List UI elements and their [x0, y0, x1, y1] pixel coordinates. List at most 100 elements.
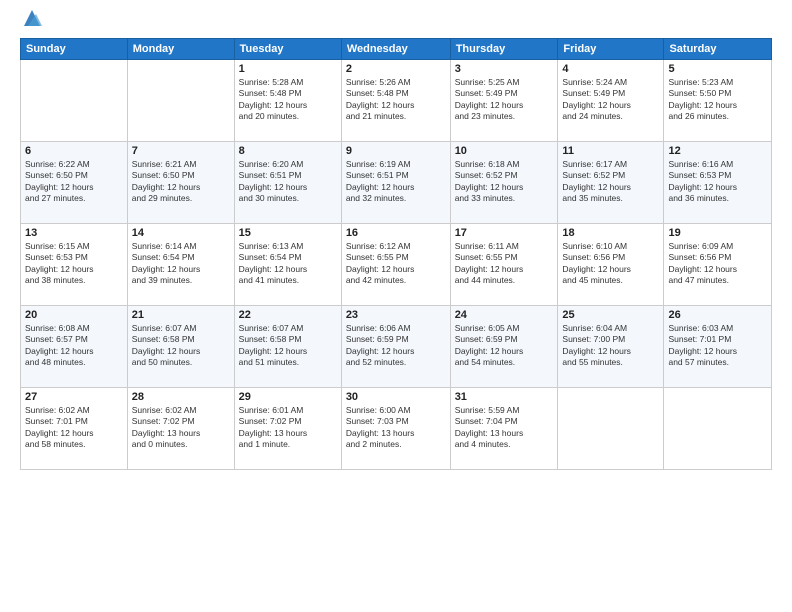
- weekday-header-saturday: Saturday: [664, 39, 772, 60]
- calendar-cell: 8 Sunrise: 6:20 AM Sunset: 6:51 PM Daylig…: [234, 142, 341, 224]
- calendar-cell: 9Sunrise: 6:19 AM Sunset: 6:51 PM Daylig…: [341, 142, 450, 224]
- calendar-cell: 1 Sunrise: 5:28 AM Sunset: 5:48 PM Daylig…: [234, 60, 341, 142]
- calendar-cell: 27 Sunrise: 6:02 AM Sunset: 7:01 PM Dayli…: [21, 388, 128, 470]
- day-number: 26: [668, 309, 767, 321]
- day-number: 16: [346, 227, 446, 239]
- calendar-cell: [21, 60, 128, 142]
- day-info: Sunrise: 6:06 AM Sunset: 6:59 PM Dayligh…: [346, 323, 446, 369]
- day-number: 25: [562, 309, 659, 321]
- calendar-cell: [664, 388, 772, 470]
- day-info: Sunrise: 6:22 AM Sunset: 6:50 PM Dayligh…: [25, 159, 123, 205]
- week-row-1: 1 Sunrise: 5:28 AM Sunset: 5:48 PM Daylig…: [21, 60, 772, 142]
- day-number: 27: [25, 391, 123, 403]
- calendar-cell: 14 Sunrise: 6:14 AM Sunset: 6:54 PM Dayli…: [127, 224, 234, 306]
- day-number: 31: [455, 391, 554, 403]
- day-number: 30: [346, 391, 446, 403]
- day-number: 1: [239, 63, 337, 75]
- calendar-cell: 17 Sunrise: 6:11 AM Sunset: 6:55 PM Dayli…: [450, 224, 558, 306]
- calendar-cell: 18 Sunrise: 6:10 AM Sunset: 6:56 PM Dayli…: [558, 224, 664, 306]
- calendar-cell: 3Sunrise: 5:25 AM Sunset: 5:49 PM Daylig…: [450, 60, 558, 142]
- day-number: 15: [239, 227, 337, 239]
- calendar-cell: 21 Sunrise: 6:07 AM Sunset: 6:58 PM Dayli…: [127, 306, 234, 388]
- day-number: 19: [668, 227, 767, 239]
- calendar-cell: 11 Sunrise: 6:17 AM Sunset: 6:52 PM Dayli…: [558, 142, 664, 224]
- calendar-cell: 7 Sunrise: 6:21 AM Sunset: 6:50 PM Daylig…: [127, 142, 234, 224]
- day-number: 18: [562, 227, 659, 239]
- day-info: Sunrise: 6:19 AM Sunset: 6:51 PM Dayligh…: [346, 159, 446, 205]
- calendar-body: 1 Sunrise: 5:28 AM Sunset: 5:48 PM Daylig…: [21, 60, 772, 470]
- week-row-4: 20 Sunrise: 6:08 AM Sunset: 6:57 PM Dayli…: [21, 306, 772, 388]
- day-info: Sunrise: 6:17 AM Sunset: 6:52 PM Dayligh…: [562, 159, 659, 205]
- day-info: Sunrise: 6:04 AM Sunset: 7:00 PM Dayligh…: [562, 323, 659, 369]
- header: [20, 16, 772, 28]
- day-info: Sunrise: 5:24 AM Sunset: 5:49 PM Dayligh…: [562, 77, 659, 123]
- day-number: 7: [132, 145, 230, 157]
- calendar-cell: [558, 388, 664, 470]
- day-number: 20: [25, 309, 123, 321]
- calendar-cell: 19Sunrise: 6:09 AM Sunset: 6:56 PM Dayli…: [664, 224, 772, 306]
- day-number: 12: [668, 145, 767, 157]
- day-info: Sunrise: 6:10 AM Sunset: 6:56 PM Dayligh…: [562, 241, 659, 287]
- day-info: Sunrise: 6:07 AM Sunset: 6:58 PM Dayligh…: [239, 323, 337, 369]
- weekday-header-sunday: Sunday: [21, 39, 128, 60]
- calendar-table: SundayMondayTuesdayWednesdayThursdayFrid…: [20, 38, 772, 470]
- day-info: Sunrise: 6:20 AM Sunset: 6:51 PM Dayligh…: [239, 159, 337, 205]
- day-info: Sunrise: 5:25 AM Sunset: 5:49 PM Dayligh…: [455, 77, 554, 123]
- day-number: 2: [346, 63, 446, 75]
- week-row-2: 6 Sunrise: 6:22 AM Sunset: 6:50 PM Daylig…: [21, 142, 772, 224]
- calendar-header: SundayMondayTuesdayWednesdayThursdayFrid…: [21, 39, 772, 60]
- calendar-cell: 22 Sunrise: 6:07 AM Sunset: 6:58 PM Dayli…: [234, 306, 341, 388]
- day-info: Sunrise: 6:12 AM Sunset: 6:55 PM Dayligh…: [346, 241, 446, 287]
- day-number: 14: [132, 227, 230, 239]
- day-number: 23: [346, 309, 446, 321]
- calendar-cell: 10 Sunrise: 6:18 AM Sunset: 6:52 PM Dayli…: [450, 142, 558, 224]
- day-number: 6: [25, 145, 123, 157]
- calendar-cell: [127, 60, 234, 142]
- calendar-cell: 15 Sunrise: 6:13 AM Sunset: 6:54 PM Dayli…: [234, 224, 341, 306]
- weekday-header-thursday: Thursday: [450, 39, 558, 60]
- day-info: Sunrise: 6:03 AM Sunset: 7:01 PM Dayligh…: [668, 323, 767, 369]
- day-info: Sunrise: 6:18 AM Sunset: 6:52 PM Dayligh…: [455, 159, 554, 205]
- day-info: Sunrise: 6:07 AM Sunset: 6:58 PM Dayligh…: [132, 323, 230, 369]
- day-number: 22: [239, 309, 337, 321]
- calendar-cell: 16 Sunrise: 6:12 AM Sunset: 6:55 PM Dayli…: [341, 224, 450, 306]
- day-number: 24: [455, 309, 554, 321]
- calendar-cell: 12 Sunrise: 6:16 AM Sunset: 6:53 PM Dayli…: [664, 142, 772, 224]
- day-info: Sunrise: 6:13 AM Sunset: 6:54 PM Dayligh…: [239, 241, 337, 287]
- calendar-cell: 24 Sunrise: 6:05 AM Sunset: 6:59 PM Dayli…: [450, 306, 558, 388]
- day-info: Sunrise: 6:05 AM Sunset: 6:59 PM Dayligh…: [455, 323, 554, 369]
- weekday-header-friday: Friday: [558, 39, 664, 60]
- weekday-header-tuesday: Tuesday: [234, 39, 341, 60]
- weekday-header-monday: Monday: [127, 39, 234, 60]
- day-info: Sunrise: 6:16 AM Sunset: 6:53 PM Dayligh…: [668, 159, 767, 205]
- calendar-cell: 6 Sunrise: 6:22 AM Sunset: 6:50 PM Daylig…: [21, 142, 128, 224]
- day-info: Sunrise: 6:11 AM Sunset: 6:55 PM Dayligh…: [455, 241, 554, 287]
- weekday-header-wednesday: Wednesday: [341, 39, 450, 60]
- day-info: Sunrise: 5:28 AM Sunset: 5:48 PM Dayligh…: [239, 77, 337, 123]
- day-info: Sunrise: 6:00 AM Sunset: 7:03 PM Dayligh…: [346, 405, 446, 451]
- day-number: 11: [562, 145, 659, 157]
- day-info: Sunrise: 6:21 AM Sunset: 6:50 PM Dayligh…: [132, 159, 230, 205]
- week-row-3: 13 Sunrise: 6:15 AM Sunset: 6:53 PM Dayli…: [21, 224, 772, 306]
- calendar-cell: 23 Sunrise: 6:06 AM Sunset: 6:59 PM Dayli…: [341, 306, 450, 388]
- day-info: Sunrise: 6:01 AM Sunset: 7:02 PM Dayligh…: [239, 405, 337, 451]
- day-info: Sunrise: 6:15 AM Sunset: 6:53 PM Dayligh…: [25, 241, 123, 287]
- day-number: 8: [239, 145, 337, 157]
- calendar-cell: 5Sunrise: 5:23 AM Sunset: 5:50 PM Daylig…: [664, 60, 772, 142]
- day-number: 21: [132, 309, 230, 321]
- calendar-cell: 29Sunrise: 6:01 AM Sunset: 7:02 PM Dayli…: [234, 388, 341, 470]
- day-info: Sunrise: 6:02 AM Sunset: 7:02 PM Dayligh…: [132, 405, 230, 451]
- day-number: 28: [132, 391, 230, 403]
- calendar-cell: 31 Sunrise: 5:59 AM Sunset: 7:04 PM Dayli…: [450, 388, 558, 470]
- day-number: 10: [455, 145, 554, 157]
- logo: [20, 16, 42, 28]
- day-info: Sunrise: 6:02 AM Sunset: 7:01 PM Dayligh…: [25, 405, 123, 451]
- day-info: Sunrise: 5:26 AM Sunset: 5:48 PM Dayligh…: [346, 77, 446, 123]
- day-info: Sunrise: 6:08 AM Sunset: 6:57 PM Dayligh…: [25, 323, 123, 369]
- day-number: 13: [25, 227, 123, 239]
- calendar-cell: 20 Sunrise: 6:08 AM Sunset: 6:57 PM Dayli…: [21, 306, 128, 388]
- calendar-cell: 4Sunrise: 5:24 AM Sunset: 5:49 PM Daylig…: [558, 60, 664, 142]
- day-info: Sunrise: 5:59 AM Sunset: 7:04 PM Dayligh…: [455, 405, 554, 451]
- day-number: 17: [455, 227, 554, 239]
- day-info: Sunrise: 6:14 AM Sunset: 6:54 PM Dayligh…: [132, 241, 230, 287]
